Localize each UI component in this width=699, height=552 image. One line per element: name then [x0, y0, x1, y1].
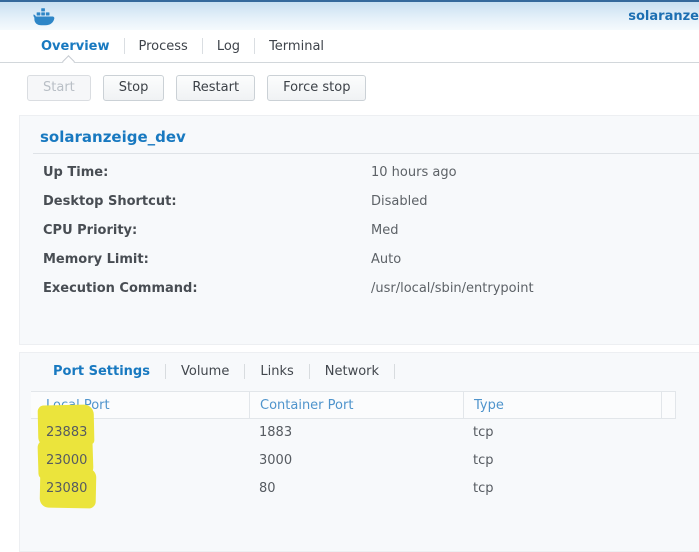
port-table-header: Local Port Container Port Type — [31, 391, 676, 419]
main-tabbar: Overview Process Log Terminal — [0, 30, 699, 63]
tab-divider — [394, 364, 395, 379]
detail-row-execution-command: Execution Command: /usr/local/sbin/entry… — [43, 274, 689, 303]
local-port-value: 23883 — [46, 425, 87, 440]
detail-value: Auto — [371, 245, 401, 274]
detail-label: Up Time: — [43, 158, 371, 187]
table-row[interactable]: 23000 3000 tcp — [31, 447, 676, 475]
local-port-value: 23000 — [46, 453, 87, 468]
container-name: solaranzeige_dev — [40, 128, 186, 146]
detail-row-uptime: Up Time: 10 hours ago — [43, 158, 689, 187]
tab-log[interactable]: Log — [203, 31, 254, 62]
detail-row-memory-limit: Memory Limit: Auto — [43, 245, 689, 274]
detail-value: 10 hours ago — [371, 158, 457, 187]
column-header-spacer — [661, 392, 675, 418]
highlighted-local-port: 23080 — [46, 475, 87, 503]
force-stop-button[interactable]: Force stop — [267, 75, 366, 101]
container-details-list: Up Time: 10 hours ago Desktop Shortcut: … — [43, 158, 689, 303]
tab-overview[interactable]: Overview — [27, 31, 124, 62]
port-table: Local Port Container Port Type 23883 188… — [31, 391, 676, 503]
container-overview-panel: solaranzeige_dev Up Time: 10 hours ago D… — [19, 115, 699, 345]
detail-label: Memory Limit: — [43, 245, 371, 274]
tab-links[interactable]: Links — [245, 364, 308, 379]
stop-button[interactable]: Stop — [103, 75, 165, 101]
container-port-value: 80 — [249, 475, 463, 503]
port-panel-tabbar: Port Settings Volume Links Network — [20, 353, 699, 389]
detail-row-cpu-priority: CPU Priority: Med — [43, 216, 689, 245]
detail-label: Desktop Shortcut: — [43, 187, 371, 216]
detail-label: CPU Priority: — [43, 216, 371, 245]
tab-port-settings[interactable]: Port Settings — [38, 364, 165, 379]
window-title: solaranze — [628, 9, 699, 24]
window-titlebar: solaranze — [0, 0, 699, 30]
tab-volume[interactable]: Volume — [166, 364, 244, 379]
detail-row-desktop-shortcut: Desktop Shortcut: Disabled — [43, 187, 689, 216]
heading-divider — [33, 153, 699, 154]
restart-button[interactable]: Restart — [176, 75, 255, 101]
action-toolbar: Start Stop Restart Force stop — [27, 75, 366, 101]
start-button[interactable]: Start — [27, 75, 91, 101]
docker-whale-icon — [33, 7, 55, 31]
local-port-value: 23080 — [46, 481, 87, 496]
container-port-value: 1883 — [249, 419, 463, 447]
column-header-container-port[interactable]: Container Port — [249, 392, 463, 418]
port-type-value: tcp — [463, 447, 661, 475]
container-port-value: 3000 — [249, 447, 463, 475]
port-type-value: tcp — [463, 419, 661, 447]
detail-value: /usr/local/sbin/entrypoint — [371, 274, 534, 303]
port-type-value: tcp — [463, 475, 661, 503]
tab-terminal[interactable]: Terminal — [255, 31, 338, 62]
tab-process[interactable]: Process — [125, 31, 202, 62]
column-header-type[interactable]: Type — [463, 392, 661, 418]
detail-value: Med — [371, 216, 398, 245]
detail-label: Execution Command: — [43, 274, 371, 303]
table-row[interactable]: 23080 80 tcp — [31, 475, 676, 503]
detail-value: Disabled — [371, 187, 427, 216]
port-settings-panel: Port Settings Volume Links Network Local… — [19, 352, 699, 552]
table-row[interactable]: 23883 1883 tcp — [31, 419, 676, 447]
tab-network[interactable]: Network — [310, 364, 394, 379]
